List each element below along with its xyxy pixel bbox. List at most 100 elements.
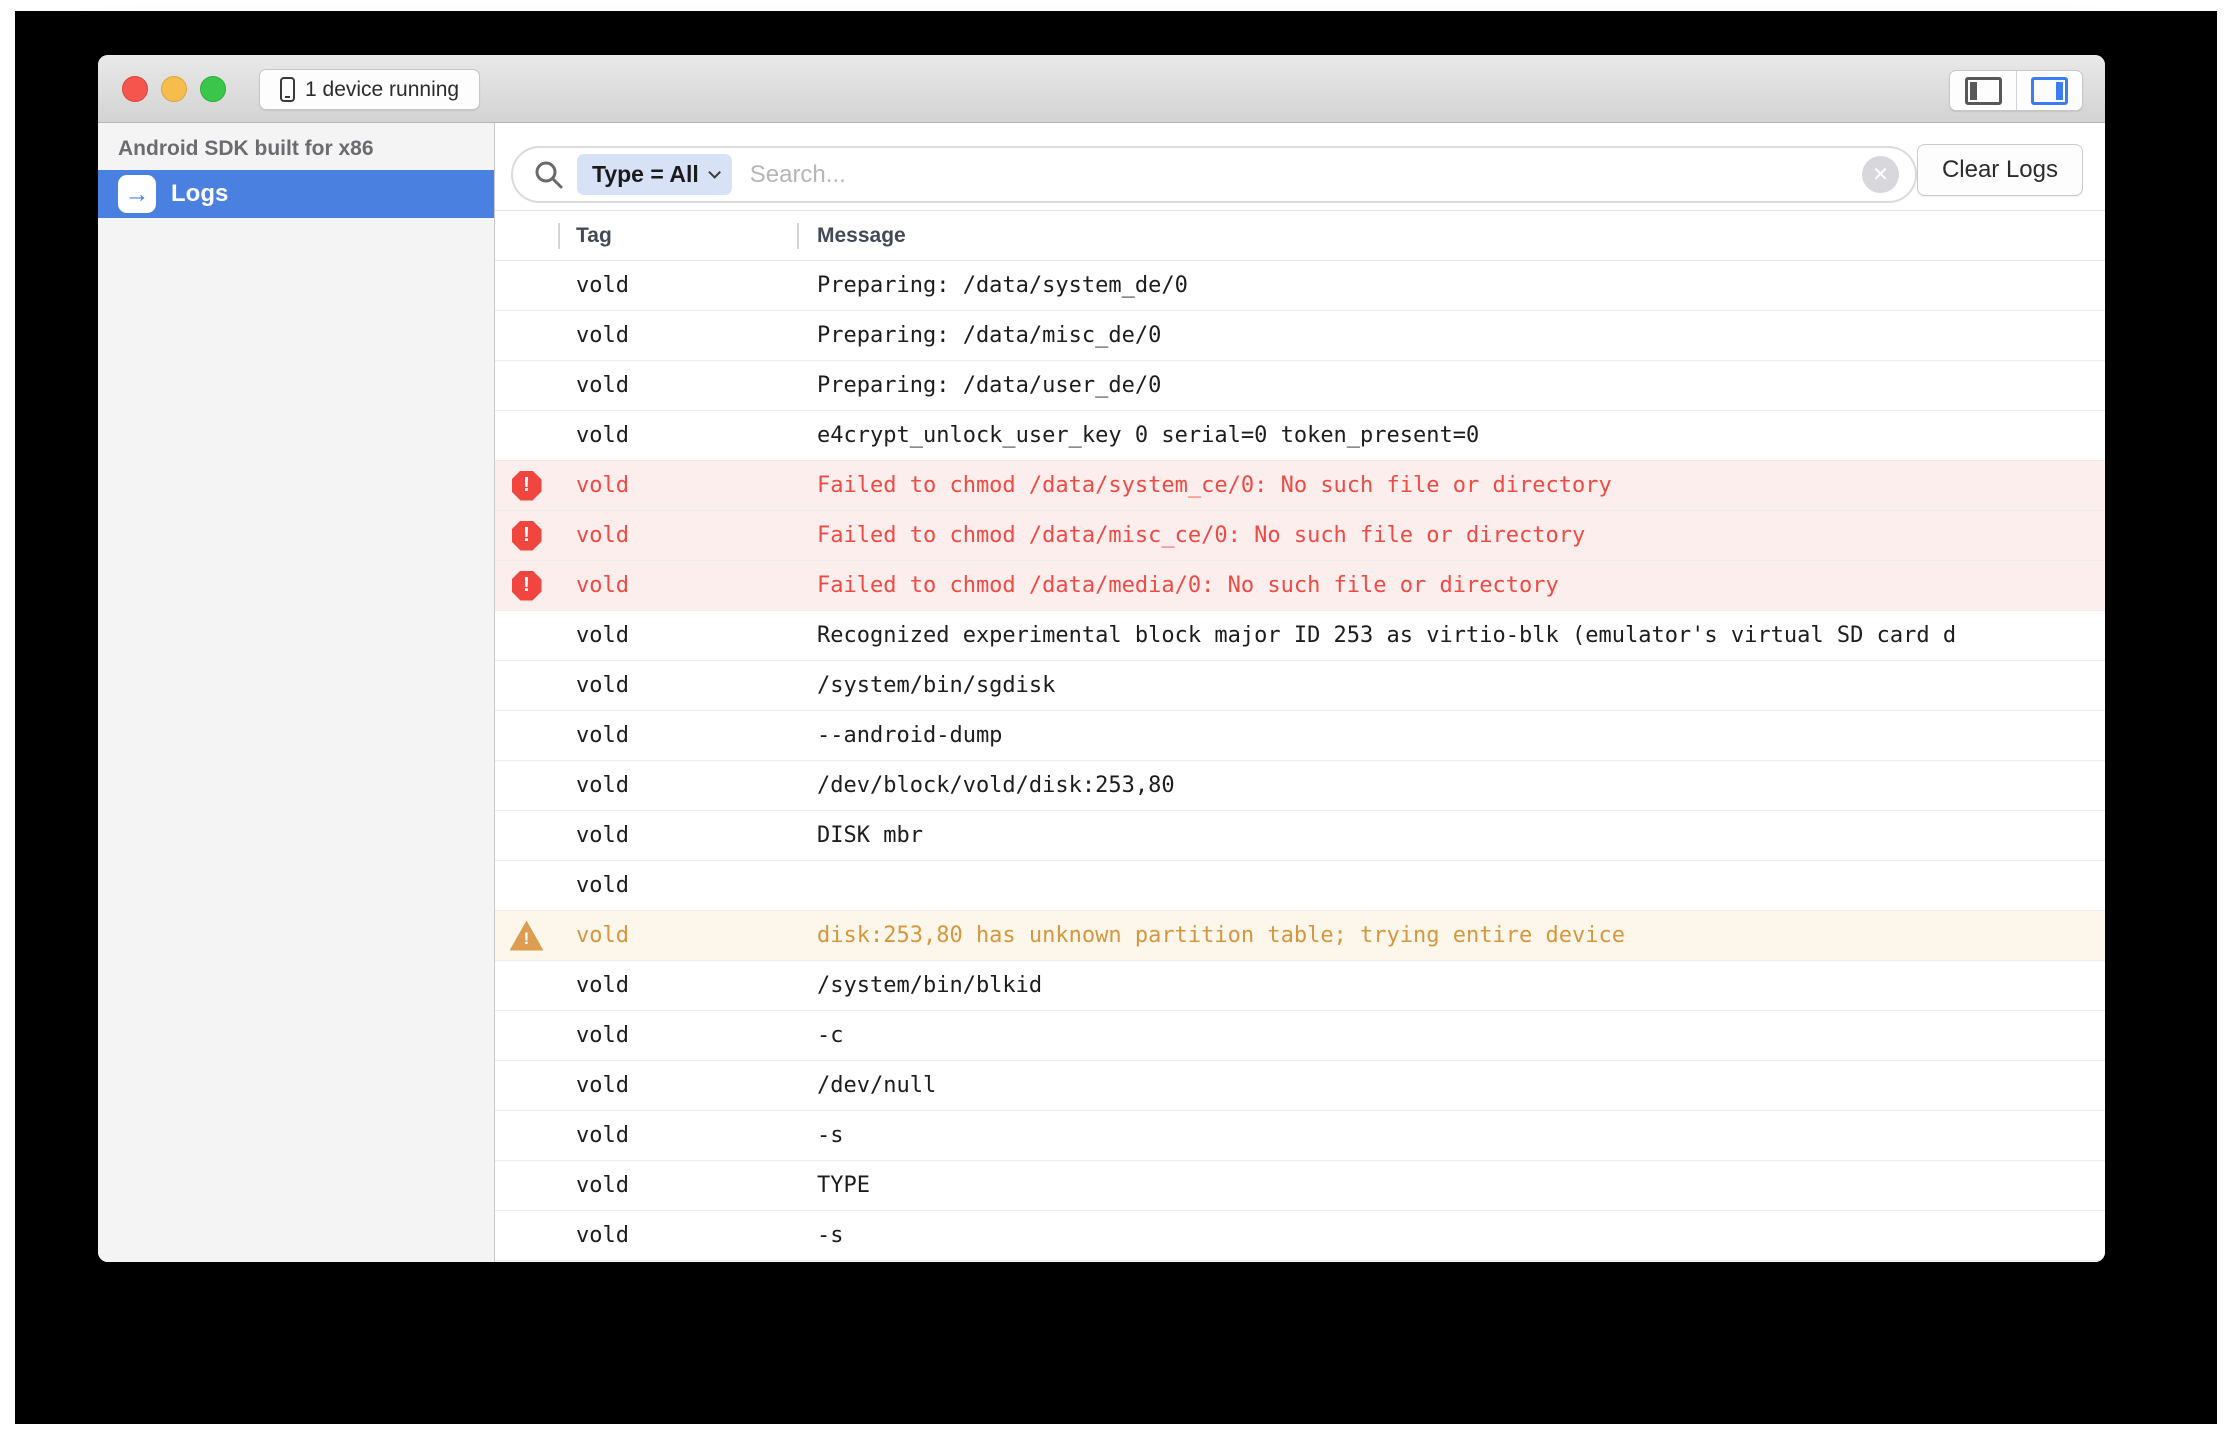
column-divider xyxy=(797,223,799,249)
log-message: /dev/null xyxy=(797,1073,2105,1098)
log-row[interactable]: voldRecognized experimental block major … xyxy=(495,611,2105,661)
log-tag: vold xyxy=(558,973,797,998)
log-message: e4crypt_unlock_user_key 0 serial=0 token… xyxy=(797,423,2105,448)
log-message: /dev/block/vold/disk:253,80 xyxy=(797,773,2105,798)
header-tag-label: Tag xyxy=(576,224,612,248)
log-row[interactable]: voldPreparing: /data/misc_de/0 xyxy=(495,311,2105,361)
toggle-right-panel-button[interactable] xyxy=(2016,71,2082,110)
toolbar: Type = All ✕ Clear Logs xyxy=(495,123,2105,211)
log-row[interactable]: vold--android-dump xyxy=(495,711,2105,761)
search-input[interactable] xyxy=(750,161,1862,189)
log-tag: vold xyxy=(558,273,797,298)
log-tag: vold xyxy=(558,723,797,748)
log-tag: vold xyxy=(558,1223,797,1248)
log-row[interactable]: vold-s xyxy=(495,1211,2105,1261)
sidebar-item-logs[interactable]: → Logs xyxy=(98,170,494,218)
log-table-body: voldPreparing: /data/system_de/0voldPrep… xyxy=(495,261,2105,1262)
error-octagon-icon: ! xyxy=(512,471,542,501)
type-filter-dropdown[interactable]: Type = All xyxy=(577,154,732,195)
traffic-lights xyxy=(122,76,226,102)
log-row[interactable]: vold/dev/null xyxy=(495,1061,2105,1111)
log-row[interactable]: ! voldFailed to chmod /data/media/0: No s… xyxy=(495,561,2105,611)
error-octagon-icon: ! xyxy=(512,571,542,601)
chevron-down-icon xyxy=(708,166,721,179)
log-message: Recognized experimental block major ID 2… xyxy=(797,623,2105,648)
main-panel: Type = All ✕ Clear Logs Tag xyxy=(495,123,2105,1262)
log-message: Failed to chmod /data/system_ce/0: No su… xyxy=(797,473,2105,498)
phone-icon xyxy=(280,77,295,102)
sidebar-item-label: Logs xyxy=(171,180,228,208)
device-running-button[interactable]: 1 device running xyxy=(259,69,480,110)
log-row[interactable]: voldPreparing: /data/system_de/0 xyxy=(495,261,2105,311)
log-tag: vold xyxy=(558,573,797,598)
log-message: Failed to chmod /data/misc_ce/0: No such… xyxy=(797,523,2105,548)
error-icon: ! xyxy=(495,571,558,601)
log-message: /system/bin/blkid xyxy=(797,973,2105,998)
log-tag: vold xyxy=(558,373,797,398)
log-tag: vold xyxy=(558,1173,797,1198)
log-tag: vold xyxy=(558,1123,797,1148)
log-message: Preparing: /data/user_de/0 xyxy=(797,373,2105,398)
log-message: -s xyxy=(797,1123,2105,1148)
log-row[interactable]: vold/dev/block/vold/disk:253,80 xyxy=(495,761,2105,811)
log-row[interactable]: vold xyxy=(495,861,2105,911)
search-bar: Type = All ✕ xyxy=(511,146,1917,203)
log-message: -c xyxy=(797,1023,2105,1048)
search-icon xyxy=(533,159,565,191)
minimize-button[interactable] xyxy=(161,76,187,102)
sidebar: Android SDK built for x86 → Logs xyxy=(98,123,495,1262)
header-tag-column: Tag xyxy=(558,211,797,260)
right-panel-icon xyxy=(2031,77,2068,105)
left-panel-icon xyxy=(1965,77,2002,105)
log-message: disk:253,80 has unknown partition table;… xyxy=(797,923,2105,948)
log-message: /system/bin/sgdisk xyxy=(797,673,2105,698)
log-row[interactable]: volde4crypt_unlock_user_key 0 serial=0 t… xyxy=(495,411,2105,461)
log-tag: vold xyxy=(558,773,797,798)
column-divider xyxy=(558,223,560,249)
error-icon: ! xyxy=(495,471,558,501)
log-message: DISK mbr xyxy=(797,823,2105,848)
log-tag: vold xyxy=(558,673,797,698)
clear-logs-label: Clear Logs xyxy=(1942,156,2058,184)
log-tag: vold xyxy=(558,323,797,348)
log-row[interactable]: vold-c xyxy=(495,1011,2105,1061)
log-message: -s xyxy=(797,1223,2105,1248)
log-row[interactable]: vold/system/bin/sgdisk xyxy=(495,661,2105,711)
clear-logs-button[interactable]: Clear Logs xyxy=(1917,144,2083,196)
header-message-column: Message xyxy=(797,211,2105,260)
log-tag: vold xyxy=(558,473,797,498)
log-row[interactable]: vold-s xyxy=(495,1111,2105,1161)
log-row[interactable]: voldDISK mbr xyxy=(495,811,2105,861)
close-button[interactable] xyxy=(122,76,148,102)
log-row[interactable]: !volddisk:253,80 has unknown partition t… xyxy=(495,911,2105,961)
log-tag: vold xyxy=(558,623,797,648)
error-octagon-icon: ! xyxy=(512,521,542,551)
log-row[interactable]: ! voldFailed to chmod /data/system_ce/0: … xyxy=(495,461,2105,511)
warning-icon: ! xyxy=(495,921,558,951)
device-name: Android SDK built for x86 xyxy=(98,135,494,163)
log-tag: vold xyxy=(558,873,797,898)
app-window: 1 device running Android SDK built for x… xyxy=(98,55,2105,1262)
logs-arrow-icon: → xyxy=(118,175,156,213)
log-tag: vold xyxy=(558,1023,797,1048)
log-table-header: Tag Message xyxy=(495,211,2105,261)
clear-search-icon[interactable]: ✕ xyxy=(1862,156,1899,193)
header-icon-column xyxy=(495,211,558,260)
panel-toggle-group xyxy=(1949,70,2083,111)
titlebar: 1 device running xyxy=(98,55,2105,123)
log-message: Preparing: /data/system_de/0 xyxy=(797,273,2105,298)
log-row[interactable]: ! voldFailed to chmod /data/misc_ce/0: No… xyxy=(495,511,2105,561)
error-icon: ! xyxy=(495,521,558,551)
log-row[interactable]: voldPreparing: /data/user_de/0 xyxy=(495,361,2105,411)
log-tag: vold xyxy=(558,423,797,448)
toggle-left-panel-button[interactable] xyxy=(1950,71,2016,110)
log-row[interactable]: voldTYPE xyxy=(495,1161,2105,1211)
zoom-button[interactable] xyxy=(200,76,226,102)
log-tag: vold xyxy=(558,523,797,548)
log-row[interactable]: vold/system/bin/blkid xyxy=(495,961,2105,1011)
log-message: Failed to chmod /data/media/0: No such f… xyxy=(797,573,2105,598)
log-message: --android-dump xyxy=(797,723,2105,748)
warning-triangle-icon: ! xyxy=(510,921,544,951)
log-message: TYPE xyxy=(797,1173,2105,1198)
log-tag: vold xyxy=(558,1073,797,1098)
